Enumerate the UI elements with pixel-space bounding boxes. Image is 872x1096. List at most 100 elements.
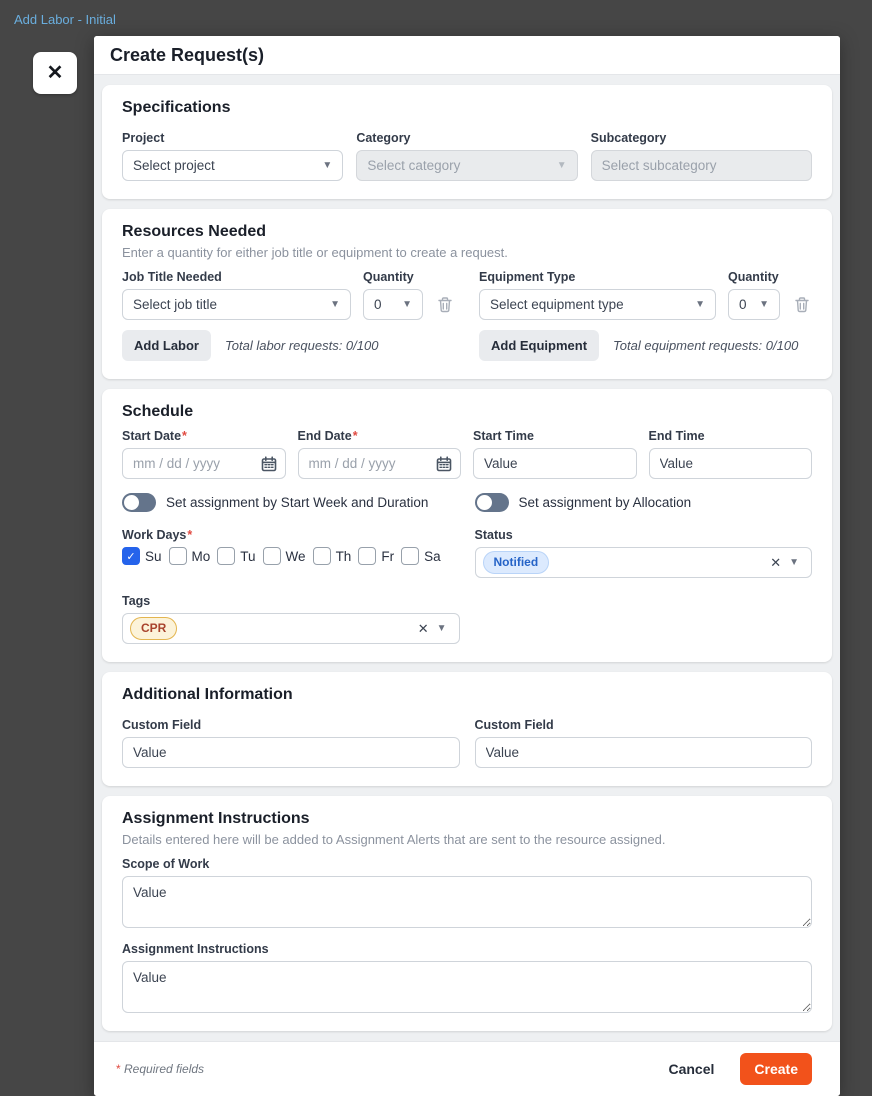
job-title-label: Job Title Needed: [122, 270, 222, 284]
custom-field-2-label: Custom Field: [474, 718, 554, 732]
category-select: Select category ▼: [356, 150, 578, 181]
chevron-down-icon: ▼: [556, 159, 567, 171]
resources-heading: Resources Needed: [122, 223, 267, 240]
end-time-label: End Time: [648, 429, 705, 443]
status-label: Status: [474, 528, 513, 542]
breadcrumb-link-add-labor-initial[interactable]: Add Labor - Initial: [14, 12, 116, 27]
assignment-instructions-section: Assignment Instructions Details entered …: [102, 796, 832, 1031]
project-select-value: Select project: [133, 158, 215, 173]
job-title-select[interactable]: Select job title ▼: [122, 289, 351, 320]
calendar-icon[interactable]: [261, 455, 277, 472]
scope-of-work-textarea[interactable]: Value: [122, 876, 812, 928]
workday-checkbox-sa[interactable]: ✓Sa: [401, 547, 441, 565]
trash-icon: [795, 297, 809, 313]
assignment-instructions-textarea[interactable]: Value: [122, 961, 812, 1013]
start-time-label: Start Time: [473, 429, 534, 443]
workday-checkbox-tu[interactable]: ✓Tu: [217, 547, 256, 565]
assignment-instructions-heading: Assignment Instructions: [122, 810, 310, 827]
equipment-quantity-select[interactable]: 0 ▼: [728, 289, 780, 320]
workday-checkbox-th[interactable]: ✓Th: [312, 547, 352, 565]
custom-field-1-input[interactable]: [122, 737, 460, 768]
equipment-type-select[interactable]: Select equipment type ▼: [479, 289, 716, 320]
calendar-icon[interactable]: [436, 455, 452, 472]
checkbox-icon: ✓: [122, 547, 140, 565]
workday-label: Mo: [191, 548, 211, 564]
checkbox-icon: ✓: [217, 547, 236, 565]
labor-quantity-value: 0: [374, 297, 382, 312]
trash-icon: [438, 297, 452, 313]
workday-label: Tu: [240, 548, 256, 564]
page-title: Create Request(s): [110, 45, 265, 65]
required-asterisk: *: [352, 429, 358, 443]
work-days-group: ✓Su ✓Mo ✓Tu ✓We ✓Th ✓Fr ✓Sa: [122, 547, 460, 565]
labor-quantity-label: Quantity: [363, 270, 414, 284]
cancel-button[interactable]: Cancel: [668, 1061, 714, 1077]
workday-checkbox-mo[interactable]: ✓Mo: [168, 547, 211, 565]
clear-icon[interactable]: ✕: [770, 555, 781, 571]
project-label: Project: [122, 131, 165, 145]
close-modal-button[interactable]: ✕: [33, 52, 77, 94]
add-equipment-button[interactable]: Add Equipment: [479, 330, 600, 361]
equipment-type-label: Equipment Type: [479, 270, 576, 284]
required-asterisk: *: [182, 429, 187, 443]
additional-info-section: Additional Information Custom Field Cust…: [102, 672, 832, 786]
checkbox-icon: ✓: [168, 547, 187, 565]
equipment-total-text: Total equipment requests: 0/100: [613, 338, 799, 353]
create-request-modal: Create Request(s) Specifications Project…: [94, 36, 840, 1096]
equipment-trash-button[interactable]: [792, 289, 812, 320]
chevron-down-icon: ▼: [330, 298, 340, 310]
job-title-select-value: Select job title: [133, 297, 218, 312]
workday-label: Su: [145, 548, 162, 564]
specifications-heading: Specifications: [122, 99, 231, 116]
workday-label: Fr: [381, 548, 395, 564]
chevron-down-icon: ▼: [402, 298, 412, 310]
clear-icon[interactable]: ✕: [418, 621, 429, 637]
workday-checkbox-su[interactable]: ✓ Su: [122, 547, 162, 565]
specifications-section: Specifications Project Select project ▼ …: [102, 85, 832, 199]
custom-field-1-label: Custom Field: [122, 718, 202, 732]
toggle-start-week-duration[interactable]: [122, 493, 156, 512]
subcategory-label: Subcategory: [590, 131, 667, 145]
workday-label: Th: [335, 548, 352, 564]
tags-select[interactable]: CPR ✕ ▼: [122, 613, 460, 644]
status-select[interactable]: Notified ✕ ▼: [474, 547, 812, 578]
scope-of-work-label: Scope of Work: [122, 857, 210, 871]
toggle-allocation[interactable]: [474, 493, 509, 512]
checkbox-icon: ✓: [401, 547, 420, 565]
equipment-quantity-value: 0: [739, 297, 747, 312]
subcategory-value: Select subcategory: [601, 158, 717, 173]
toggle-knob: [124, 495, 139, 510]
status-chip: Notified: [482, 551, 550, 574]
tag-chip: CPR: [130, 617, 178, 640]
equipment-type-select-value: Select equipment type: [490, 297, 624, 312]
labor-quantity-select[interactable]: 0 ▼: [363, 289, 423, 320]
assignment-instructions-description: Details entered here will be added to As…: [122, 832, 666, 847]
chevron-down-icon: ▼: [759, 298, 769, 310]
labor-total-text: Total labor requests: 0/100: [225, 338, 379, 353]
checkbox-icon: ✓: [312, 547, 331, 565]
workday-label: We: [285, 548, 306, 564]
schedule-heading: Schedule: [122, 403, 194, 420]
modal-header: Create Request(s): [94, 36, 840, 75]
project-select[interactable]: Select project ▼: [122, 150, 344, 181]
category-select-value: Select category: [367, 158, 461, 173]
schedule-section: Schedule Start Date* mm / dd / yyyy End …: [102, 389, 832, 662]
workday-checkbox-we[interactable]: ✓We: [262, 547, 306, 565]
workday-label: Sa: [424, 548, 441, 564]
add-labor-button[interactable]: Add Labor: [122, 330, 211, 361]
create-button[interactable]: Create: [740, 1053, 812, 1085]
end-time-input[interactable]: [648, 448, 812, 479]
required-fields-note: * Required fields: [116, 1062, 205, 1076]
required-asterisk: *: [187, 528, 193, 542]
start-date-label: Start Date*: [122, 429, 187, 443]
chevron-down-icon: ▼: [789, 556, 799, 568]
workday-checkbox-fr[interactable]: ✓Fr: [358, 547, 394, 565]
additional-info-heading: Additional Information: [122, 686, 293, 703]
labor-trash-button[interactable]: [435, 289, 455, 320]
modal-footer: * Required fields Cancel Create: [94, 1041, 840, 1096]
work-days-label: Work Days*: [122, 528, 193, 542]
resources-section: Resources Needed Enter a quantity for ei…: [102, 209, 832, 379]
end-date-label: End Date*: [297, 429, 358, 443]
start-time-input[interactable]: [473, 448, 637, 479]
custom-field-2-input[interactable]: [474, 737, 812, 768]
